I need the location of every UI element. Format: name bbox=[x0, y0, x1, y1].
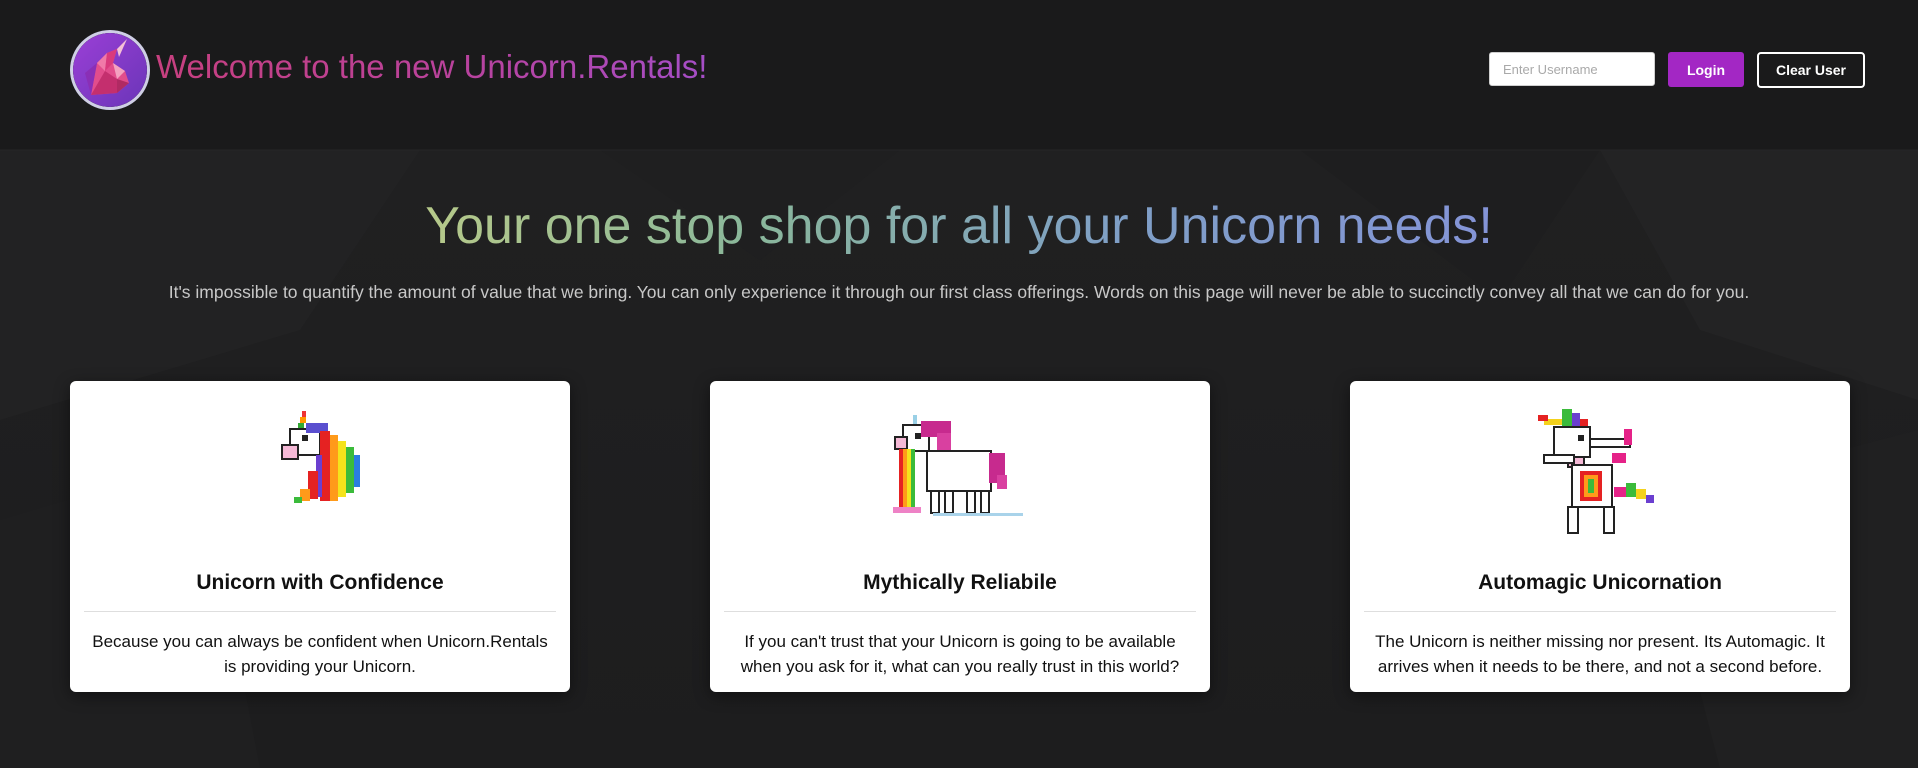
page: Welcome to the new Unicorn.Rentals! Logi… bbox=[0, 0, 1918, 768]
rainbow-unicorn-image bbox=[893, 415, 1023, 516]
card-text: If you can't trust that your Unicorn is … bbox=[740, 632, 1180, 676]
site-header: Welcome to the new Unicorn.Rentals! Logi… bbox=[0, 0, 1918, 140]
feature-card-reliable: Mythically Reliabile If you can't trust … bbox=[710, 381, 1210, 692]
unicorn-logo-icon bbox=[73, 33, 147, 107]
site-title: Welcome to the new Unicorn.Rentals! bbox=[156, 45, 707, 89]
card-title: Mythically Reliabile bbox=[863, 571, 1057, 594]
hero-title: Your one stop shop for all your Unicorn … bbox=[0, 190, 1918, 262]
unicorn-logo[interactable] bbox=[73, 33, 147, 107]
card-divider bbox=[724, 611, 1196, 612]
login-button[interactable]: Login bbox=[1668, 52, 1744, 87]
dabbing-unicorn-image bbox=[1538, 409, 1654, 534]
card-divider bbox=[1364, 611, 1836, 612]
card-text: The Unicorn is neither missing nor prese… bbox=[1375, 632, 1825, 676]
card-title: Automagic Unicornation bbox=[1478, 571, 1722, 594]
feature-card-confidence: Unicorn with Confidence Because you can … bbox=[70, 381, 570, 692]
rainbow-unicorn-head-image bbox=[281, 411, 360, 503]
card-title: Unicorn with Confidence bbox=[196, 571, 444, 594]
card-text: Because you can always be confident when… bbox=[92, 632, 548, 676]
username-input[interactable] bbox=[1489, 52, 1655, 86]
hero-subtitle: It's impossible to quantify the amount o… bbox=[168, 282, 1750, 302]
card-divider bbox=[84, 611, 556, 612]
hero-title-text: Your one stop shop for all your Unicorn … bbox=[425, 197, 1493, 255]
clear-user-button[interactable]: Clear User bbox=[1757, 52, 1865, 88]
feature-card-automagic: Automagic Unicornation The Unicorn is ne… bbox=[1350, 381, 1850, 692]
